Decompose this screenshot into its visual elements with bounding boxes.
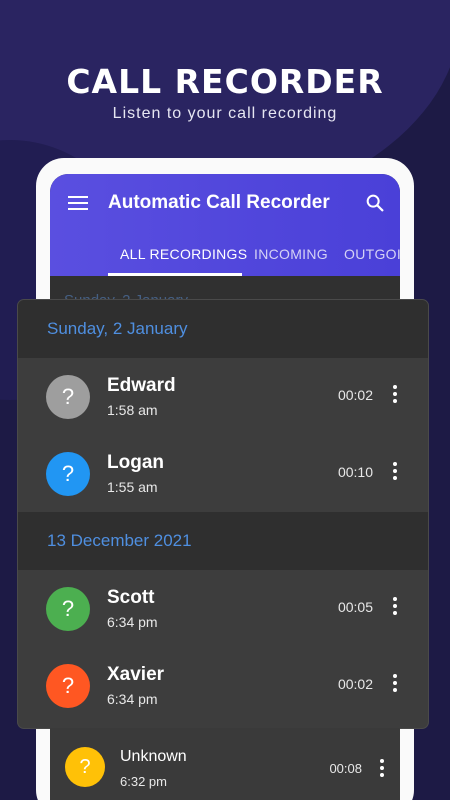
- contact-name: Scott: [107, 587, 155, 608]
- recording-duration: 00:10: [337, 464, 373, 480]
- tab-incoming[interactable]: INCOMING: [254, 246, 328, 262]
- contact-name: Unknown: [120, 748, 187, 765]
- more-options-icon[interactable]: [380, 759, 384, 777]
- tab-indicator: [108, 273, 242, 276]
- contact-name: Xavier: [107, 664, 165, 685]
- avatar: ?: [65, 747, 105, 787]
- avatar: ?: [46, 664, 90, 708]
- tab-bar: ALL RECORDINGS INCOMING OUTGOING: [50, 238, 400, 276]
- recording-time: 1:55 am: [107, 479, 158, 495]
- search-icon[interactable]: [364, 192, 386, 214]
- tab-outgoing[interactable]: OUTGOING: [344, 246, 400, 262]
- recording-row[interactable]: ? Unknown 6:32 pm 00:08: [50, 728, 400, 800]
- contact-name: Logan: [107, 452, 164, 473]
- recording-row[interactable]: ? Logan 1:55 am 00:10: [18, 435, 428, 512]
- recording-row[interactable]: ? Xavier 6:34 pm 00:02: [18, 647, 428, 724]
- avatar: ?: [46, 375, 90, 419]
- hero-subtitle: Listen to your call recording: [112, 105, 338, 122]
- more-options-icon[interactable]: [393, 674, 397, 692]
- recording-time: 6:34 pm: [107, 614, 158, 630]
- recording-duration: 00:08: [329, 761, 362, 776]
- avatar: ?: [46, 587, 90, 631]
- recording-row[interactable]: ? Scott 6:34 pm 00:05: [18, 570, 428, 647]
- avatar: ?: [46, 452, 90, 496]
- recording-time: 6:32 pm: [120, 774, 167, 789]
- recording-time: 6:34 pm: [107, 691, 158, 707]
- recording-duration: 00:05: [337, 599, 373, 615]
- more-options-icon[interactable]: [393, 597, 397, 615]
- tab-all-recordings[interactable]: ALL RECORDINGS: [120, 246, 247, 262]
- hero-title: CALL RECORDER: [66, 62, 384, 101]
- recording-duration: 00:02: [337, 676, 373, 692]
- more-options-icon[interactable]: [393, 462, 397, 480]
- more-options-icon[interactable]: [393, 385, 397, 403]
- menu-icon[interactable]: [68, 196, 88, 210]
- contact-name: Edward: [107, 375, 176, 396]
- date-header: 13 December 2021: [18, 512, 428, 570]
- recording-row[interactable]: ? Edward 1:58 am 00:02: [18, 358, 428, 435]
- recording-time: 1:58 am: [107, 402, 158, 418]
- app-bar: Automatic Call Recorder ALL RECORDINGS I…: [50, 174, 400, 276]
- recording-duration: 00:02: [337, 387, 373, 403]
- recordings-card: Sunday, 2 January ? Edward 1:58 am 00:02…: [18, 300, 428, 728]
- date-header: Sunday, 2 January: [18, 300, 428, 358]
- app-title: Automatic Call Recorder: [108, 192, 330, 213]
